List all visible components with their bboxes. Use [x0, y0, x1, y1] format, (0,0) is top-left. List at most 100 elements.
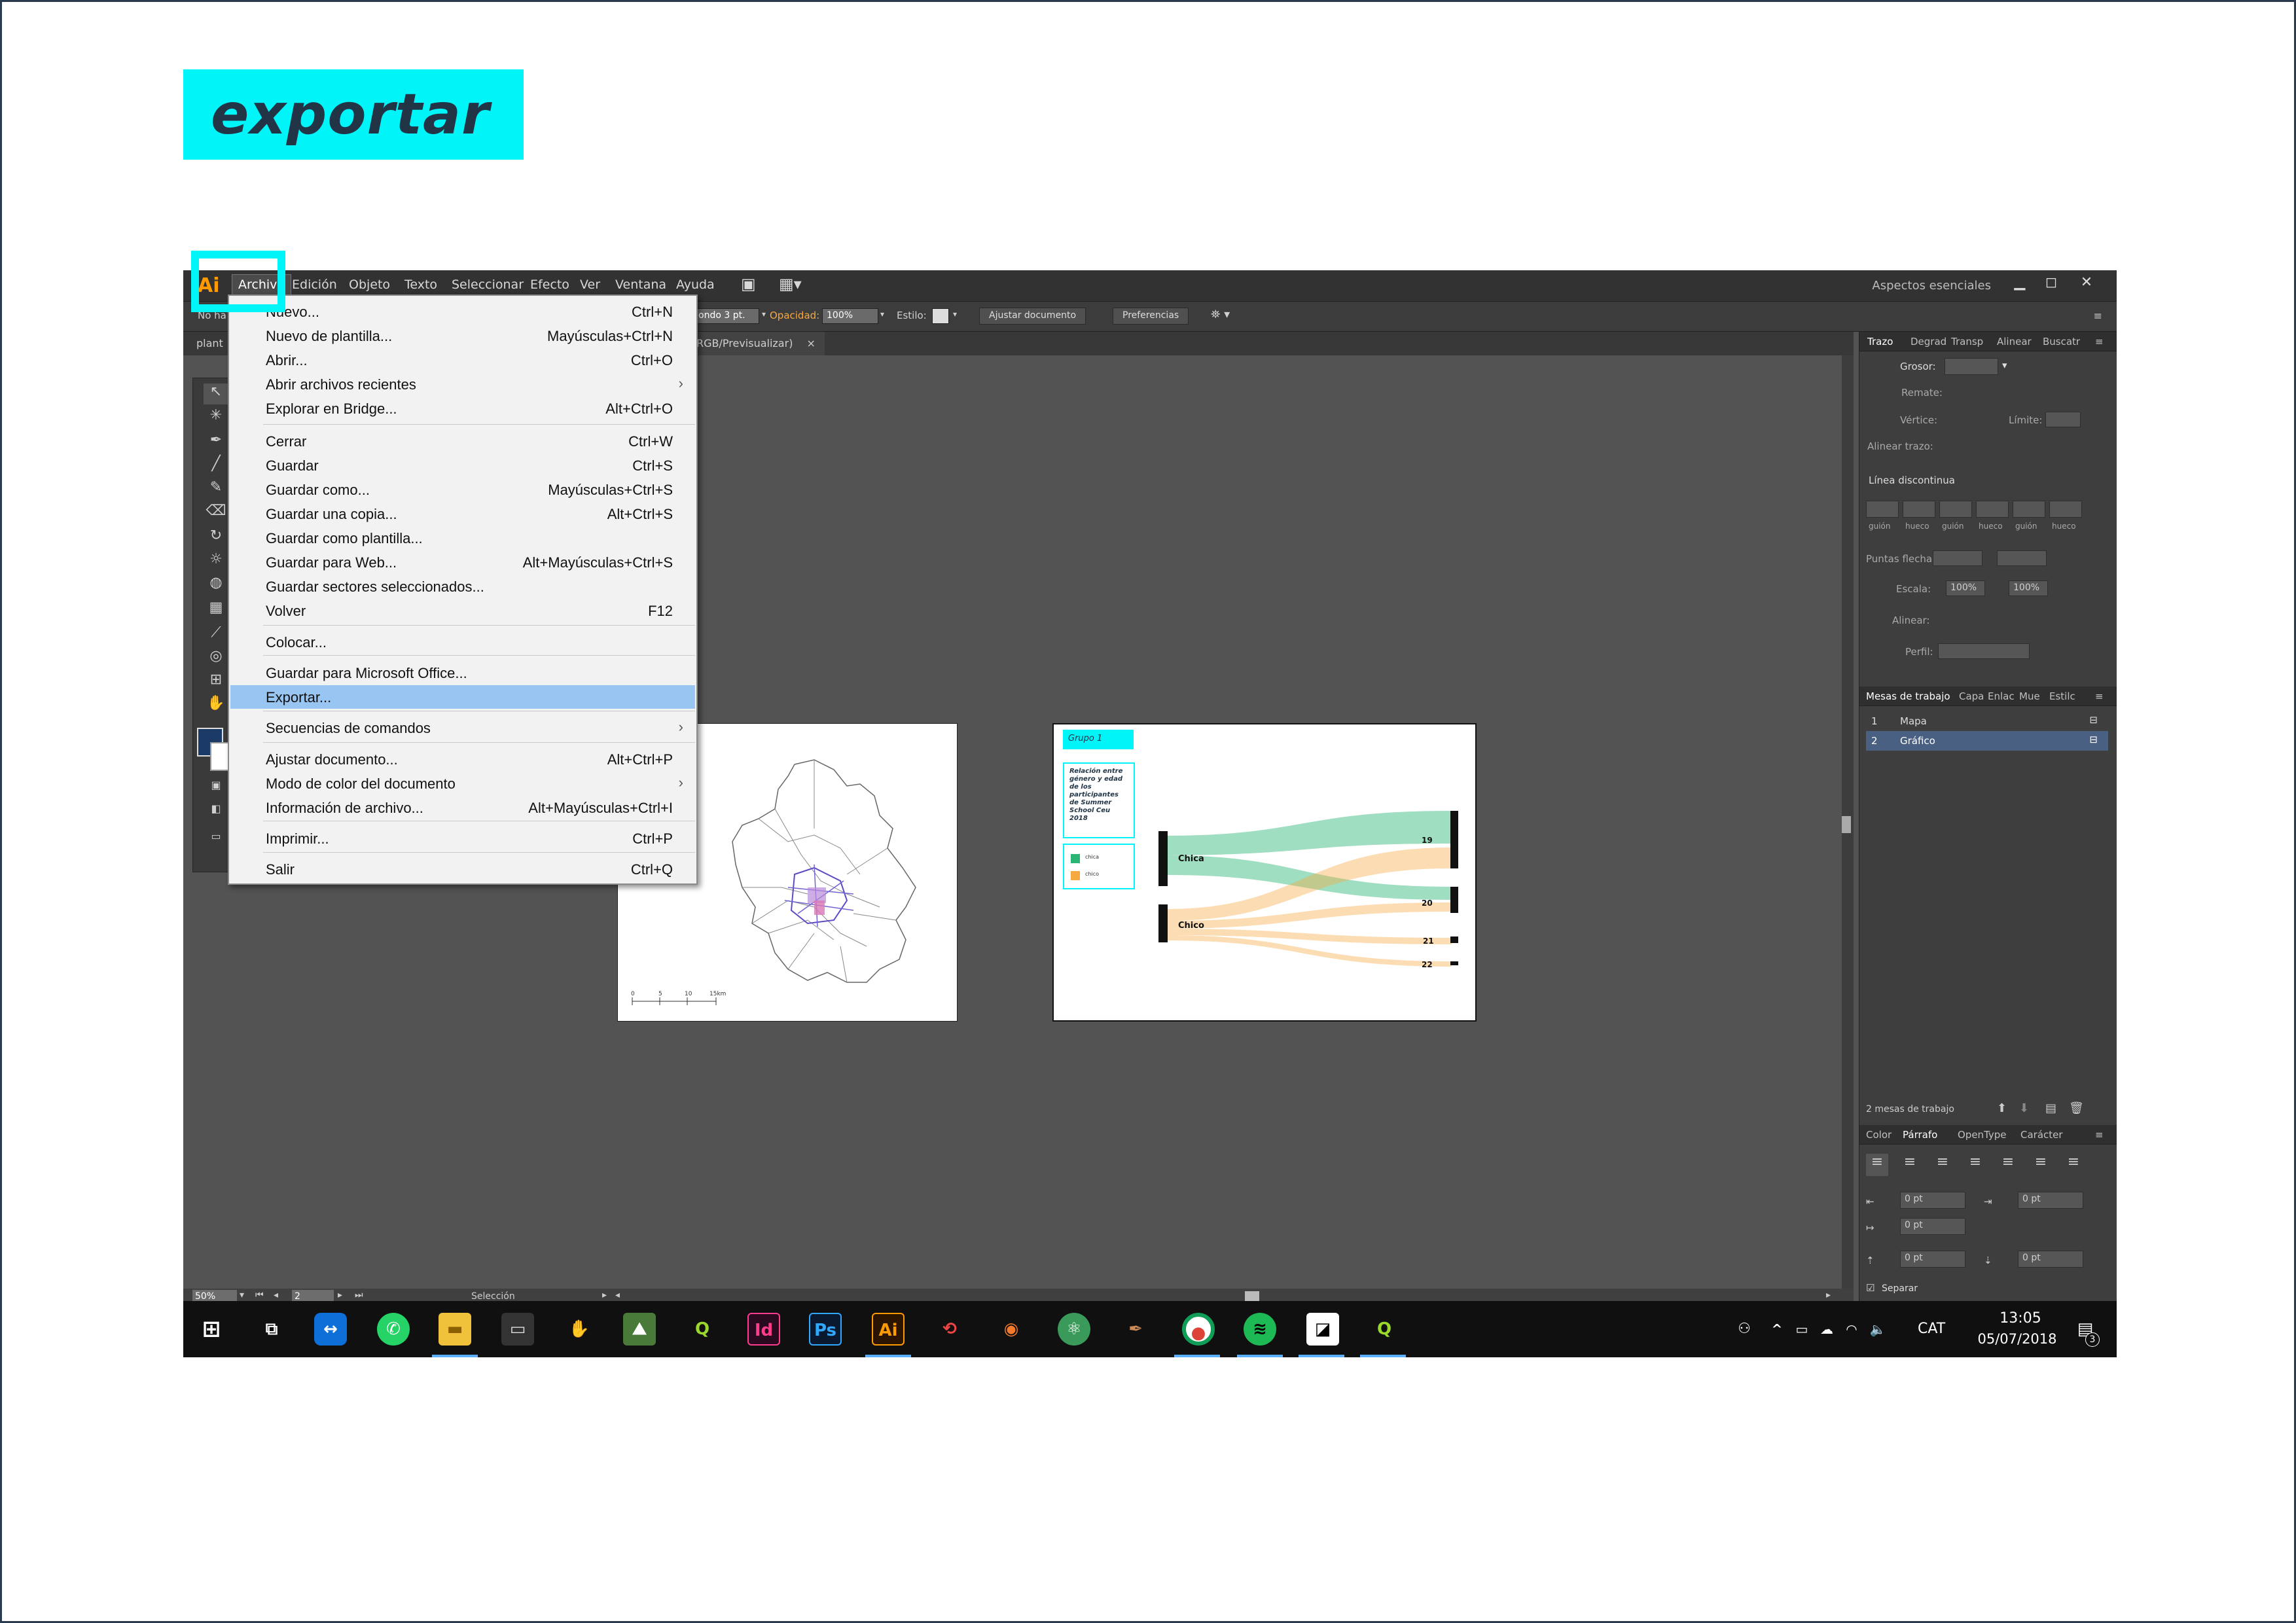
menu-item-guardar-como-plantilla[interactable]: Guardar como plantilla...	[230, 526, 695, 550]
image-viewer-icon[interactable]: ⛰	[623, 1313, 656, 1346]
panel-menu-icon[interactable]: ≡	[2095, 1129, 2104, 1141]
prev-page-icon[interactable]: ◂	[274, 1290, 278, 1300]
qgis-2-icon[interactable]: Q	[1368, 1313, 1401, 1346]
blender-icon[interactable]: ◉	[995, 1313, 1028, 1346]
scroll-thumb[interactable]	[1842, 816, 1851, 833]
volume-icon[interactable]: 🔈	[1867, 1313, 1889, 1346]
brush-tool-icon[interactable]: ✎	[204, 479, 228, 500]
menu-item-guardar-para-microsoft-office[interactable]: Guardar para Microsoft Office...	[230, 661, 695, 685]
align-left-icon[interactable]: ≡	[1866, 1154, 1888, 1176]
color-mode-icon[interactable]: ▣	[204, 779, 228, 800]
isolate-icon[interactable]: ⛯ ▾	[1211, 308, 1230, 321]
indent-left-field[interactable]: 0 pt	[1900, 1192, 1965, 1209]
gap-field[interactable]	[1903, 501, 1935, 518]
dashed-line-label[interactable]: Línea discontinua	[1869, 474, 1955, 486]
artboard-options-icon[interactable]: ⊟	[2089, 734, 2098, 745]
menu-item-guardar-sectores-seleccionados[interactable]: Guardar sectores seleccionados...	[230, 575, 695, 598]
first-page-icon[interactable]: ⏮	[255, 1290, 264, 1300]
menu-ver[interactable]: Ver	[580, 277, 600, 292]
space-after-field[interactable]: 0 pt	[2018, 1251, 2083, 1268]
panel-menu-icon[interactable]: ≡	[2095, 336, 2104, 348]
maximize-icon[interactable]: ◻	[2038, 274, 2064, 295]
scroll-right-icon[interactable]: ▸	[1826, 1290, 1831, 1300]
first-line-indent-field[interactable]: 0 pt	[1900, 1218, 1965, 1235]
file-explorer-icon[interactable]: ▬	[439, 1313, 471, 1346]
hand-tool-icon[interactable]: ✋	[204, 695, 228, 716]
indesign-icon[interactable]: Id	[747, 1313, 780, 1346]
people-icon[interactable]: ⚇	[1728, 1313, 1761, 1346]
align-center-icon[interactable]: ≡	[1899, 1154, 1921, 1176]
spotify-icon[interactable]: ≋	[1244, 1313, 1276, 1346]
menu-item-abrir-archivos-recientes[interactable]: Abrir archivos recientes ›	[230, 372, 695, 396]
magic-wand-icon[interactable]: ✳	[204, 407, 228, 428]
opacity-field[interactable]: 100%	[822, 308, 878, 324]
opacity-label[interactable]: Opacidad:	[770, 310, 819, 321]
indent-right-field[interactable]: 0 pt	[2018, 1192, 2083, 1209]
terminal-icon[interactable]: ▭	[501, 1313, 534, 1346]
tab-color[interactable]: Color	[1866, 1129, 1892, 1141]
artboard-row[interactable]: 2 Gráfico ⊟	[1866, 731, 2108, 751]
menu-item-imprimir[interactable]: Imprimir... Ctrl+P	[230, 827, 695, 850]
justify-right-icon[interactable]: ≡	[2030, 1154, 2052, 1176]
arrowhead-start-select[interactable]	[1933, 550, 1982, 566]
draw-mode-icon[interactable]: ◧	[204, 802, 228, 823]
menu-item-información-de-archivo[interactable]: Información de archivo... Alt+Mayúsculas+…	[230, 796, 695, 819]
style-swatch[interactable]	[932, 308, 949, 324]
clock-time[interactable]: 13:05	[1978, 1310, 2063, 1327]
language-indicator[interactable]: CAT	[1918, 1321, 1945, 1337]
menu-item-cerrar[interactable]: Cerrar Ctrl+W	[230, 429, 695, 453]
warp-tool-icon[interactable]: ☼	[204, 551, 228, 572]
menu-ayuda[interactable]: Ayuda	[676, 277, 715, 292]
menu-item-nuevo-de-plantilla[interactable]: Nuevo de plantilla... Mayúsculas+Ctrl+N	[230, 324, 695, 348]
document-tab-left[interactable]: plant	[196, 337, 223, 349]
qgis-icon[interactable]: Q	[686, 1313, 719, 1346]
tab-transparencia[interactable]: Transp	[1951, 336, 1983, 348]
tab-parrafo[interactable]: Párrafo	[1903, 1129, 1937, 1141]
menu-item-exportar[interactable]: Exportar...	[230, 685, 695, 709]
move-down-icon[interactable]: ⬇	[2019, 1101, 2029, 1115]
dash-field[interactable]	[1939, 501, 1972, 518]
menu-item-guardar-para-web[interactable]: Guardar para Web... Alt+Mayúsculas+Ctrl+S	[230, 550, 695, 574]
tab-estilos[interactable]: Estilc	[2049, 690, 2075, 702]
symbol-sprayer-icon[interactable]: ◎	[204, 648, 228, 669]
chevron-down-icon[interactable]: ▾	[953, 310, 957, 319]
tab-buscatrazos[interactable]: Buscatr	[2043, 336, 2080, 348]
last-page-icon[interactable]: ⏭	[355, 1290, 363, 1300]
menu-item-secuencias-de-comandos[interactable]: Secuencias de comandos ›	[230, 716, 695, 740]
tab-muestras[interactable]: Mue	[2019, 690, 2040, 702]
sync-app-icon[interactable]: ⟲	[933, 1313, 966, 1346]
align-right-icon[interactable]: ≡	[1931, 1154, 1954, 1176]
menu-objeto[interactable]: Objeto	[349, 277, 390, 292]
gap-field[interactable]	[1976, 501, 2009, 518]
menu-item-explorar-en-bridge[interactable]: Explorar en Bridge... Alt+Ctrl+O	[230, 397, 695, 420]
move-up-icon[interactable]: ⬆	[1997, 1101, 2007, 1115]
task-view-icon[interactable]: ⧉	[255, 1313, 288, 1346]
menu-texto[interactable]: Texto	[404, 277, 437, 292]
menu-item-volver[interactable]: Volver F12	[230, 599, 695, 622]
mesh-tool-icon[interactable]: ▦	[204, 599, 228, 620]
arrowhead-end-select[interactable]	[1997, 550, 2047, 566]
minimize-icon[interactable]: ▁	[2007, 274, 2033, 295]
artboard-grafico[interactable]: Grupo 1 Relación entre género y edad de …	[1052, 723, 1477, 1022]
menu-item-ajustar-documento[interactable]: Ajustar documento... Alt+Ctrl+P	[230, 747, 695, 771]
justify-center-icon[interactable]: ≡	[1997, 1154, 2019, 1176]
menu-item-abrir[interactable]: Abrir... Ctrl+O	[230, 348, 695, 372]
cloud-icon[interactable]: ☁	[1816, 1313, 1838, 1346]
menu-efecto[interactable]: Efecto	[530, 277, 569, 292]
status-menu-icon[interactable]: ▸	[602, 1290, 607, 1300]
menu-item-colocar[interactable]: Colocar...	[230, 630, 695, 654]
sticky-notes-icon[interactable]: ◪	[1306, 1313, 1339, 1346]
justify-all-icon[interactable]: ≡	[2062, 1154, 2085, 1176]
tab-enlaces[interactable]: Enlac	[1988, 690, 2015, 702]
workspace-switcher[interactable]: Aspectos esenciales	[1872, 279, 1991, 293]
dash-field[interactable]	[1866, 501, 1899, 518]
gap-field[interactable]	[2049, 501, 2082, 518]
chevron-down-icon[interactable]: ▾	[2002, 359, 2007, 371]
scale-start-field[interactable]: 100%	[1946, 580, 1985, 596]
space-before-field[interactable]: 0 pt	[1900, 1251, 1965, 1268]
arrange-documents-icon[interactable]: ▦▾	[779, 275, 802, 293]
panel-menu-icon[interactable]: ≡	[2095, 690, 2104, 702]
menu-item-guardar-como[interactable]: Guardar como... Mayúsculas+Ctrl+S	[230, 478, 695, 501]
tray-chevron-icon[interactable]: ^	[1767, 1313, 1787, 1346]
shape-builder-icon[interactable]: ◍	[204, 575, 228, 596]
